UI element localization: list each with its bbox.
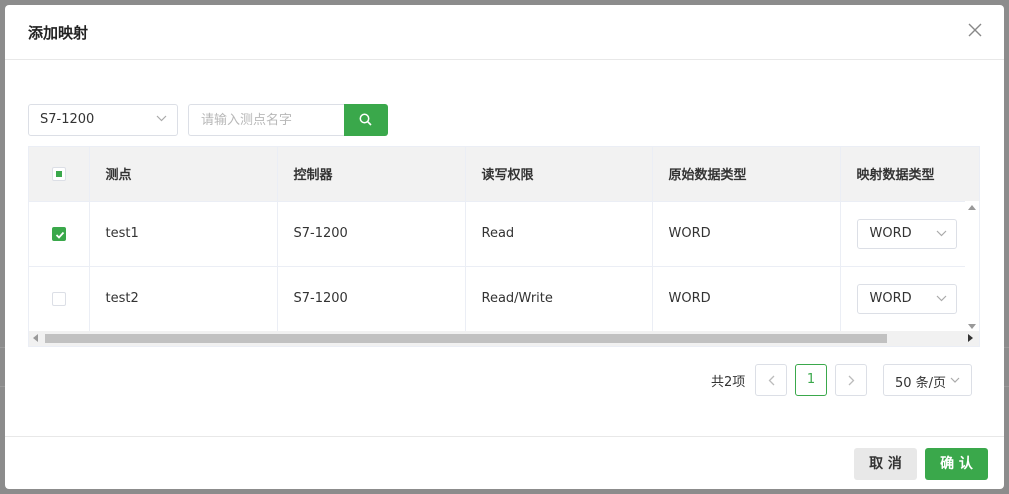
point-cell: test1 — [89, 201, 278, 267]
add-mapping-dialog: 添加映射 S7-1200 测点 控制器 — [5, 5, 1004, 489]
row-select-cell — [29, 266, 90, 332]
chevron-left-icon — [768, 375, 774, 386]
controller-cell: S7-1200 — [277, 201, 466, 267]
search-icon — [359, 113, 372, 126]
row-checkbox[interactable] — [51, 226, 66, 241]
horizontal-scrollbar[interactable] — [29, 331, 979, 346]
column-header-controller: 控制器 — [277, 147, 466, 202]
chevron-down-icon — [936, 295, 946, 301]
plc-select-value: S7-1200 — [40, 112, 95, 127]
table-header-row: 测点 控制器 读写权限 原始数据类型 映射数据类型 — [29, 147, 979, 202]
row-checkbox[interactable] — [51, 291, 66, 306]
dialog-footer: 取 消 确 认 — [5, 436, 1004, 489]
check-icon — [55, 231, 64, 239]
chevron-down-icon — [936, 230, 946, 236]
scrollbar-thumb[interactable] — [45, 334, 887, 343]
mapped-type-value: WORD — [869, 290, 912, 306]
pagination-total: 共2项 — [711, 375, 746, 390]
access-cell: Read/Write — [465, 266, 653, 332]
page-number-button[interactable]: 1 — [795, 364, 827, 396]
scroll-down-icon[interactable] — [968, 324, 976, 329]
column-header-raw-type: 原始数据类型 — [652, 147, 841, 202]
vertical-scrollbar[interactable] — [965, 201, 979, 333]
mapped-type-select[interactable]: WORD — [856, 218, 957, 249]
table-row[interactable]: test1 S7-1200 Read WORD WORD — [29, 201, 979, 267]
column-header-mapped-type: 映射数据类型 — [840, 147, 979, 202]
search-button[interactable] — [344, 104, 388, 136]
page-size-select[interactable]: 50 条/页 — [883, 364, 972, 396]
chevron-down-icon — [950, 377, 960, 383]
controller-cell: S7-1200 — [277, 266, 466, 332]
select-all-cell — [29, 147, 90, 202]
close-icon[interactable] — [968, 23, 984, 39]
mapped-type-value: WORD — [869, 225, 912, 241]
chevron-down-icon — [156, 115, 167, 122]
raw-type-cell: WORD — [652, 201, 841, 267]
scroll-up-icon[interactable] — [968, 205, 976, 210]
plc-select[interactable]: S7-1200 — [28, 104, 178, 136]
point-cell: test2 — [89, 266, 278, 332]
next-page-button[interactable] — [835, 364, 867, 396]
access-cell: Read — [465, 201, 653, 267]
mapped-type-cell: WORD — [840, 266, 979, 332]
chevron-right-icon — [848, 375, 854, 386]
column-header-access: 读写权限 — [465, 147, 653, 202]
search-input[interactable] — [188, 104, 346, 136]
column-header-point: 测点 — [89, 147, 278, 202]
mapping-table: 测点 控制器 读写权限 原始数据类型 映射数据类型 test1 S7-1200 — [28, 146, 980, 347]
prev-page-button[interactable] — [755, 364, 787, 396]
page-size-value: 50 条/页 — [895, 376, 947, 391]
raw-type-cell: WORD — [652, 266, 841, 332]
scroll-left-icon[interactable] — [33, 334, 38, 342]
dialog-title: 添加映射 — [28, 24, 89, 42]
row-select-cell — [29, 201, 90, 267]
scroll-right-icon[interactable] — [968, 334, 973, 342]
dialog-header: 添加映射 — [5, 5, 1004, 60]
confirm-button[interactable]: 确 认 — [925, 448, 988, 480]
cancel-button[interactable]: 取 消 — [854, 448, 917, 480]
select-all-checkbox[interactable] — [51, 166, 66, 181]
mapped-type-select[interactable]: WORD — [856, 283, 957, 314]
mapped-type-cell: WORD — [840, 201, 979, 267]
table-row[interactable]: test2 S7-1200 Read/Write WORD WORD — [29, 266, 979, 332]
